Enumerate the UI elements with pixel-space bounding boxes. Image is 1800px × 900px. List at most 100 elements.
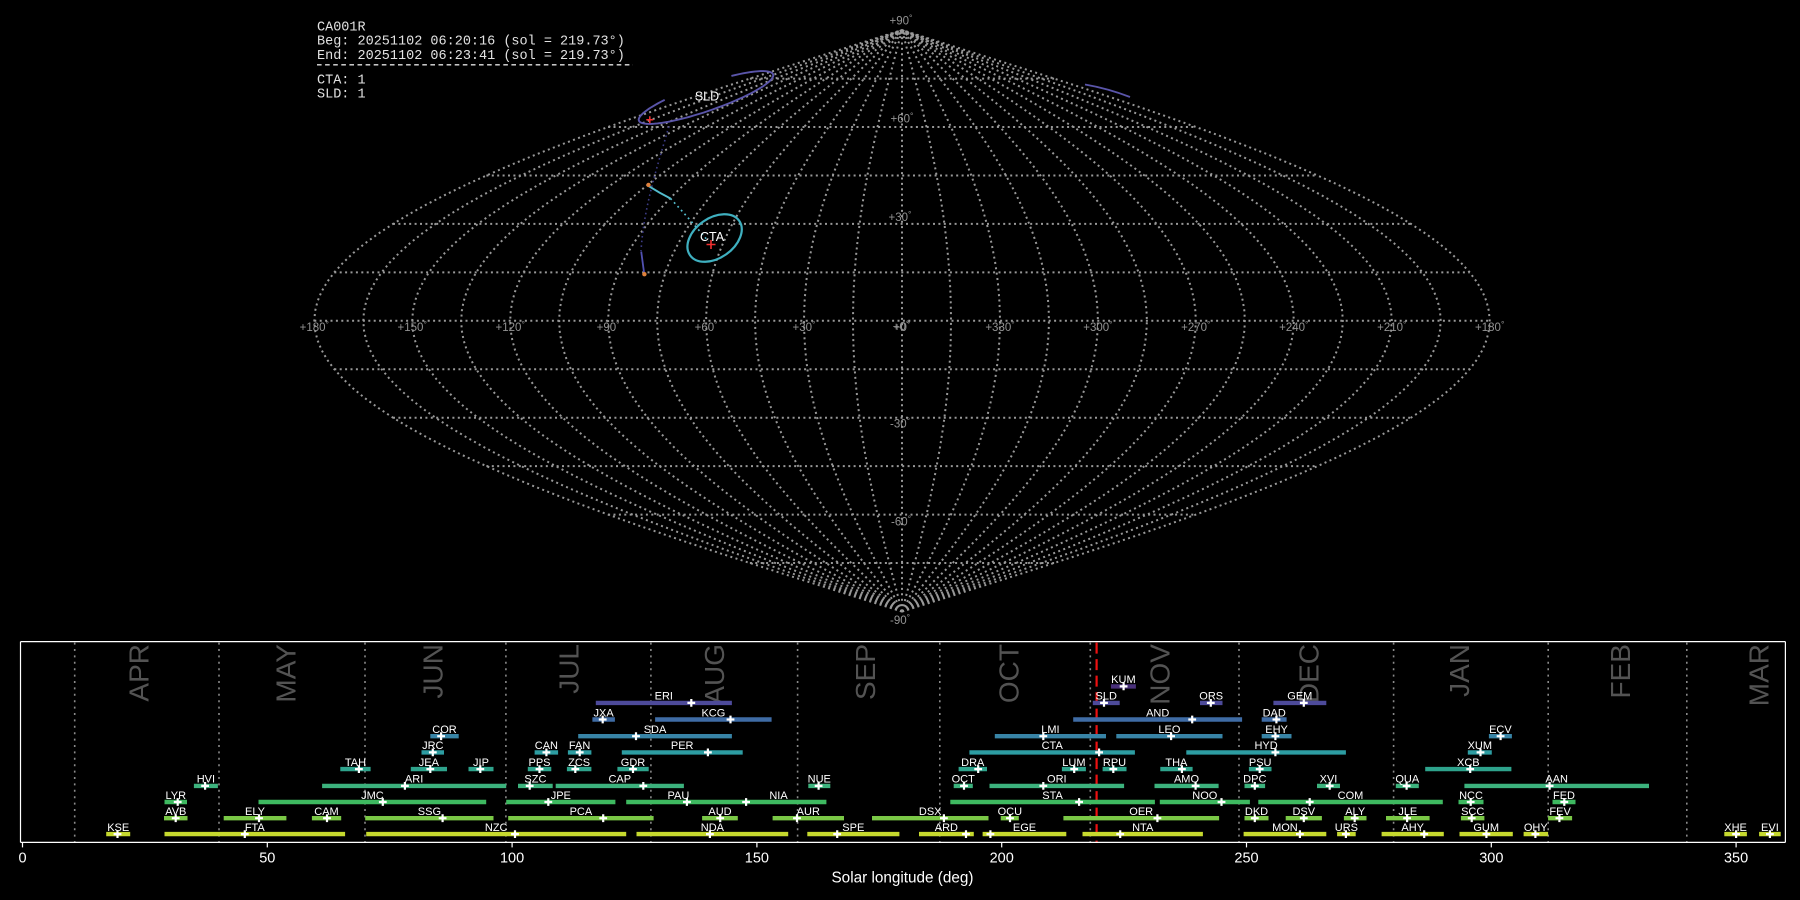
svg-text:PSU: PSU — [1249, 757, 1272, 769]
svg-text:CTA: CTA — [700, 230, 725, 244]
svg-text:+60°: +60° — [695, 319, 718, 334]
svg-text:HYD: HYD — [1254, 740, 1277, 752]
svg-text:NDA: NDA — [701, 822, 725, 834]
svg-text:SLD: SLD — [1095, 691, 1116, 703]
svg-text:300: 300 — [1479, 851, 1503, 867]
svg-text:OHY: OHY — [1524, 822, 1549, 834]
svg-text:AHY: AHY — [1401, 822, 1424, 834]
svg-text:DKD: DKD — [1245, 806, 1268, 818]
svg-text:NZC: NZC — [485, 822, 508, 834]
svg-text:LEO: LEO — [1158, 724, 1180, 736]
svg-text:KCG: KCG — [701, 707, 725, 719]
svg-text:AUR: AUR — [797, 806, 820, 818]
svg-text:JUN: JUN — [418, 644, 449, 698]
svg-text:LUM: LUM — [1062, 757, 1085, 769]
svg-text:AVB: AVB — [165, 806, 186, 818]
svg-text:0: 0 — [18, 851, 26, 867]
svg-text:SZC: SZC — [524, 774, 546, 786]
svg-text:+120°: +120° — [496, 319, 525, 334]
svg-text:ORS: ORS — [1199, 691, 1223, 703]
svg-text:JRC: JRC — [422, 740, 443, 752]
svg-text:SDA: SDA — [644, 724, 667, 736]
svg-text:COR: COR — [432, 724, 457, 736]
svg-text:AND: AND — [1146, 707, 1169, 719]
svg-text:JAN: JAN — [1444, 644, 1475, 697]
svg-text:XUM: XUM — [1468, 740, 1492, 752]
svg-text:GUM: GUM — [1473, 822, 1499, 834]
svg-text:OCT: OCT — [993, 644, 1024, 703]
svg-text:ELY: ELY — [245, 806, 266, 818]
svg-text:FEV: FEV — [1549, 806, 1571, 818]
svg-text:CAP: CAP — [608, 774, 631, 786]
svg-text:STA: STA — [1042, 790, 1063, 802]
svg-text:URS: URS — [1335, 822, 1358, 834]
svg-text:200: 200 — [990, 851, 1014, 867]
svg-text:XHE: XHE — [1724, 822, 1747, 834]
svg-text:THA: THA — [1165, 757, 1188, 769]
svg-text:SLD: 1: SLD: 1 — [317, 87, 366, 102]
svg-text:150: 150 — [745, 851, 769, 867]
svg-text:350: 350 — [1724, 851, 1748, 867]
svg-text:FAN: FAN — [569, 740, 590, 752]
svg-text:+240°: +240° — [1279, 319, 1308, 334]
svg-text:+210°: +210° — [1377, 319, 1406, 334]
svg-text:ARD: ARD — [935, 822, 958, 834]
svg-text:FTA: FTA — [245, 822, 266, 834]
svg-text:PCA: PCA — [570, 806, 593, 818]
svg-text:CA001R: CA001R — [317, 20, 366, 35]
svg-text:NOV: NOV — [1145, 644, 1176, 705]
svg-text:COM: COM — [1338, 790, 1364, 802]
svg-text:+60°: +60° — [891, 111, 914, 126]
svg-text:LYR: LYR — [166, 790, 187, 802]
svg-text:ECV: ECV — [1489, 724, 1512, 736]
svg-text:AAN: AAN — [1545, 774, 1568, 786]
svg-text:SPE: SPE — [842, 822, 864, 834]
svg-text:OER: OER — [1129, 806, 1153, 818]
svg-text:Beg: 20251102 06:20:16 (sol =: Beg: 20251102 06:20:16 (sol = 219.73°) — [317, 35, 625, 50]
svg-text:EGE: EGE — [1013, 822, 1036, 834]
svg-text:AUD: AUD — [708, 806, 731, 818]
svg-text:+270°: +270° — [1181, 319, 1210, 334]
svg-text:EVI: EVI — [1761, 822, 1779, 834]
svg-text:PPS: PPS — [528, 757, 550, 769]
svg-text:End: 20251102 06:23:41 (sol =: End: 20251102 06:23:41 (sol = 219.73°) — [317, 49, 625, 64]
svg-text:EHY: EHY — [1265, 724, 1288, 736]
svg-text:DSX: DSX — [919, 806, 942, 818]
svg-text:JLE: JLE — [1398, 806, 1417, 818]
svg-text:RPU: RPU — [1103, 757, 1126, 769]
svg-text:QUA: QUA — [1395, 774, 1420, 786]
svg-text:Solar longitude (deg): Solar longitude (deg) — [831, 870, 973, 887]
svg-text:+90°: +90° — [890, 13, 913, 28]
svg-text:+180°: +180° — [300, 319, 329, 334]
svg-text:SCC: SCC — [1461, 806, 1484, 818]
svg-text:ERI: ERI — [655, 691, 673, 703]
svg-text:MAY: MAY — [270, 644, 301, 703]
svg-text:NIA: NIA — [769, 790, 788, 802]
svg-text:SLD: SLD — [695, 90, 719, 104]
svg-text:NCC: NCC — [1459, 790, 1483, 802]
svg-text:OCU: OCU — [998, 806, 1023, 818]
svg-text:ORI: ORI — [1047, 774, 1067, 786]
svg-text:FED: FED — [1553, 790, 1575, 802]
svg-text:JMC: JMC — [361, 790, 384, 802]
svg-text:50: 50 — [259, 851, 275, 867]
svg-text:SSG: SSG — [418, 806, 441, 818]
svg-text:GEM: GEM — [1287, 691, 1312, 703]
svg-text:GDR: GDR — [621, 757, 646, 769]
svg-text:JEA: JEA — [419, 757, 440, 769]
svg-text:PAU: PAU — [667, 790, 689, 802]
svg-text:+90°: +90° — [597, 319, 620, 334]
svg-text:+300°: +300° — [1083, 319, 1112, 334]
svg-text:+180°: +180° — [1475, 319, 1504, 334]
svg-text:TAH: TAH — [345, 757, 366, 769]
svg-text:ZCS: ZCS — [568, 757, 590, 769]
svg-text:+330°: +330° — [985, 319, 1014, 334]
svg-text:ARI: ARI — [405, 774, 423, 786]
svg-text:DRA: DRA — [961, 757, 985, 769]
svg-text:+150°: +150° — [398, 319, 427, 334]
svg-text:SEP: SEP — [850, 644, 881, 700]
svg-text:NTA: NTA — [1132, 822, 1154, 834]
svg-text:PER: PER — [671, 740, 694, 752]
svg-text:KSE: KSE — [107, 822, 129, 834]
svg-text:100: 100 — [500, 851, 524, 867]
